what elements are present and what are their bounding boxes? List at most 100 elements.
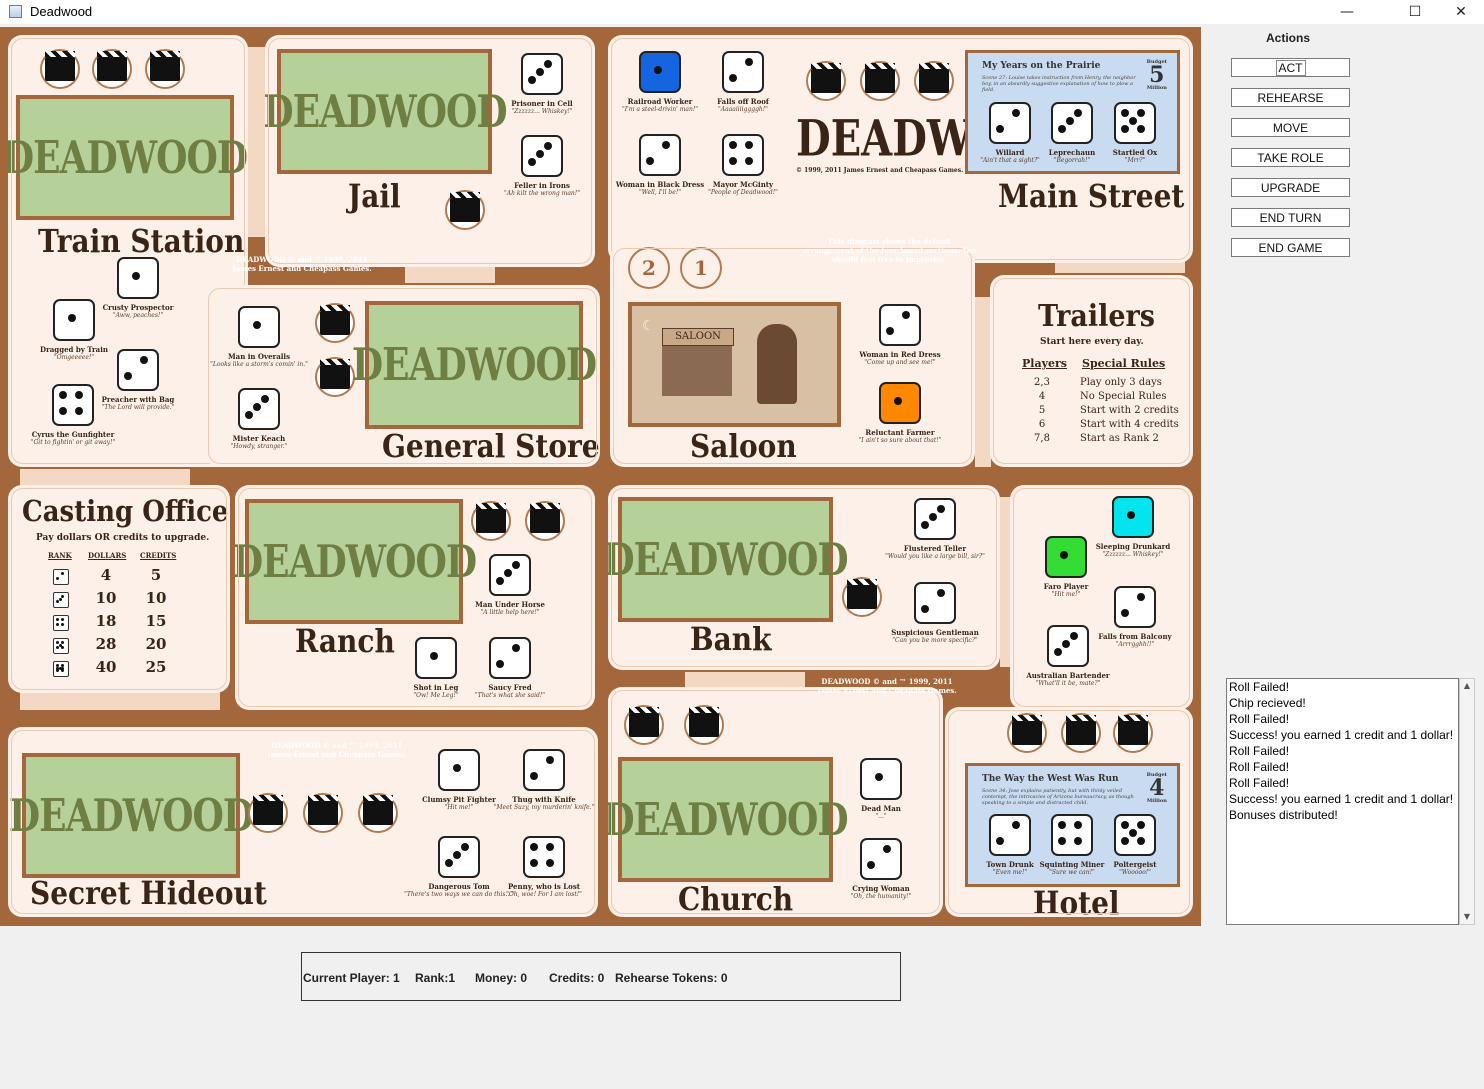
java-app-icon: [9, 5, 22, 18]
role-line: "Git to fightin' or git away!": [30, 439, 116, 446]
role-dice-icon[interactable]: [117, 257, 159, 299]
room-name: Trailers: [1038, 299, 1155, 334]
role-dice-icon[interactable]: [879, 382, 921, 424]
scene-card-back: DEADWOOD: [352, 301, 597, 429]
act-button[interactable]: ACT: [1231, 58, 1350, 77]
dice-pip: [1120, 125, 1129, 134]
dice-pip: [745, 140, 754, 149]
role-dice-icon[interactable]: [989, 814, 1031, 856]
scene-card-back: DEADWOOD: [8, 95, 248, 220]
log-scrollbar[interactable]: ▲ ▼: [1459, 678, 1475, 925]
role-dice-icon[interactable]: [238, 306, 280, 348]
role-dice-icon[interactable]: [523, 749, 565, 791]
dice-pip: [1012, 108, 1021, 117]
role-dice-icon[interactable]: [722, 51, 764, 93]
dice-pip: [1053, 648, 1062, 657]
dice-pip: [430, 652, 438, 660]
role-dice-icon[interactable]: [914, 582, 956, 624]
role-dice-icon[interactable]: [238, 388, 280, 430]
role-dice-icon[interactable]: [1045, 536, 1087, 578]
role-dice-icon[interactable]: [1114, 586, 1156, 628]
dice-pip: [866, 861, 875, 870]
room-ranch[interactable]: DEADWOOD Ranch: [235, 485, 595, 710]
shot-counter: [842, 577, 882, 617]
role-line: "Zzzzzz... Whiskey!": [1102, 551, 1164, 558]
role-dice-icon[interactable]: [415, 637, 457, 679]
role-dice-icon[interactable]: [722, 134, 764, 176]
dice-pip: [654, 66, 662, 74]
role-dice-icon[interactable]: [860, 758, 902, 800]
shot-counter: [92, 49, 132, 89]
log-line: Roll Failed!: [1229, 776, 1290, 790]
close-button[interactable]: ✕: [1438, 0, 1484, 24]
role-dice-icon[interactable]: [52, 384, 94, 426]
role-dice-icon[interactable]: [879, 304, 921, 346]
role-dice-icon[interactable]: [521, 135, 563, 177]
room-trailers[interactable]: Trailers Start here every day. Players S…: [990, 275, 1193, 467]
role-dice-icon[interactable]: [860, 838, 902, 880]
role-line: "Aww, peaches!": [112, 312, 164, 319]
scroll-down-icon[interactable]: ▼: [1460, 910, 1474, 924]
move-button[interactable]: MOVE: [1231, 118, 1350, 137]
room-name: Ranch: [295, 623, 395, 660]
dice-pip: [937, 504, 946, 513]
dice-pip: [61, 666, 65, 670]
role-line: "Arrrgghh!!": [1115, 641, 1155, 648]
role-dice-icon[interactable]: [53, 299, 95, 341]
role-name: Flustered Teller: [903, 544, 967, 553]
room-name: Secret Hideout: [30, 875, 267, 912]
dice-pip: [1012, 820, 1021, 829]
event-log[interactable]: Roll Failed! Chip recieved! Roll Failed! Su…: [1226, 678, 1459, 925]
role-dice-icon[interactable]: [1051, 814, 1093, 856]
maximize-button[interactable]: ☐: [1392, 0, 1438, 24]
dice-pip: [995, 837, 1004, 846]
role-dice-icon[interactable]: [489, 637, 531, 679]
dice-pip: [728, 157, 737, 166]
role-dice-icon[interactable]: [521, 53, 563, 95]
saloon-sign: SALOON: [662, 328, 734, 346]
role-dice-icon[interactable]: [1114, 102, 1156, 144]
upgrade-button[interactable]: UPGRADE: [1231, 178, 1350, 197]
trailers-col-players: Players: [1022, 357, 1067, 370]
role-dice-icon[interactable]: [117, 349, 159, 391]
end-turn-button[interactable]: END TURN: [1231, 208, 1350, 227]
dice-pip: [645, 157, 654, 166]
role-dice-icon[interactable]: [639, 51, 681, 93]
role-dice-icon[interactable]: [914, 498, 956, 540]
dice-pip: [1074, 837, 1083, 846]
role-dice-icon[interactable]: [1114, 814, 1156, 856]
rehearse-button[interactable]: REHEARSE: [1231, 88, 1350, 107]
minimize-button[interactable]: —: [1324, 0, 1370, 24]
role-dice-icon[interactable]: [1047, 625, 1089, 667]
role-dice-icon[interactable]: [1112, 496, 1154, 538]
role-dice-icon[interactable]: [639, 134, 681, 176]
casting-credits-cell: 20: [145, 635, 167, 653]
role-dice-icon[interactable]: [438, 836, 480, 878]
dice-pip: [61, 646, 65, 650]
role-dice-icon[interactable]: [523, 836, 565, 878]
shot-counter: [914, 61, 954, 101]
dice-pip: [55, 577, 59, 581]
casting-dollars-cell: 4: [100, 566, 112, 584]
role-dice-icon[interactable]: [1051, 102, 1093, 144]
role-line: "Oh, the humanity!": [850, 893, 912, 900]
role-dice-icon[interactable]: [989, 102, 1031, 144]
end-game-button[interactable]: END GAME: [1231, 238, 1350, 257]
room-casting-office[interactable]: Casting Office Pay dollars OR credits to…: [8, 485, 230, 693]
room-church[interactable]: DEADWOOD Church: [608, 687, 943, 917]
dice-pip: [1129, 829, 1137, 837]
log-line: Chip recieved!: [1229, 696, 1306, 710]
casting-col-rank: RANK: [48, 551, 72, 560]
scene-card-back: DEADWOOD: [265, 49, 508, 174]
take-role-button[interactable]: TAKE ROLE: [1231, 148, 1350, 167]
role-dice-icon[interactable]: [489, 554, 531, 596]
role-name: Startled Ox: [1112, 148, 1158, 157]
dice-pip: [444, 859, 453, 868]
role-dice-icon[interactable]: [438, 749, 480, 791]
room-name: Saloon: [690, 428, 797, 465]
scroll-up-icon[interactable]: ▲: [1460, 679, 1474, 693]
casting-dollars-cell: 10: [95, 589, 117, 607]
scene-card-back: DEADWOOD: [235, 499, 477, 624]
dice-pip: [527, 158, 536, 167]
shot-counter: [445, 190, 485, 230]
